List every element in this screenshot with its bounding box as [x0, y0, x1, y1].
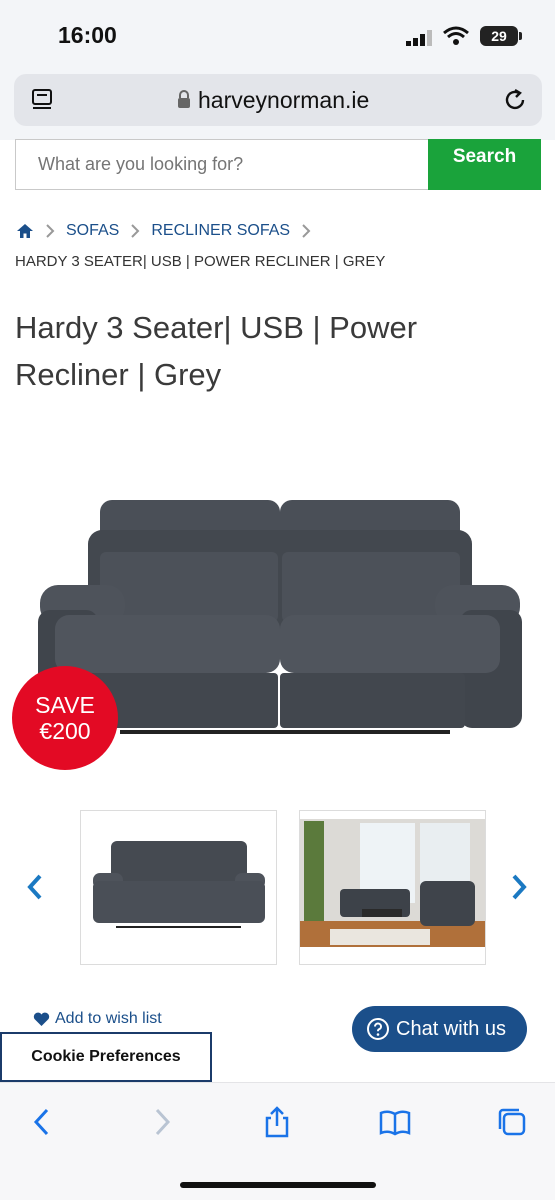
chevron-right-icon	[46, 224, 55, 238]
chevron-right-icon[interactable]	[508, 872, 530, 902]
thumbnail-1[interactable]	[80, 810, 277, 965]
battery-nub	[519, 32, 522, 40]
chevron-right-icon	[302, 224, 311, 238]
add-to-wishlist-link[interactable]: Add to wish list	[33, 1010, 162, 1028]
heart-icon	[33, 1012, 50, 1026]
wishlist-label: Add to wish list	[55, 1010, 162, 1027]
lock-icon	[178, 90, 190, 108]
wifi-icon	[443, 26, 469, 45]
tabs-overview-icon[interactable]	[495, 1105, 529, 1139]
forward-icon[interactable]	[144, 1105, 178, 1139]
product-title: Hardy 3 Seater| USB | Power Recliner | G…	[15, 310, 418, 392]
status-time: 16:00	[58, 22, 117, 48]
signal-icon	[406, 30, 432, 46]
battery-indicator: 29	[480, 26, 518, 46]
chat-label: Chat with us	[396, 1017, 507, 1040]
thumbnail-sofa-image	[93, 841, 265, 928]
reload-icon[interactable]	[502, 86, 528, 114]
question-icon	[367, 1018, 389, 1040]
browser-toolbar: harveynorman.ie	[0, 70, 555, 140]
breadcrumb: SOFAS RECLINER SOFAS	[16, 219, 322, 243]
cookie-preferences-button[interactable]: Cookie Preferences	[0, 1032, 212, 1082]
status-bar: 16:00 29	[0, 0, 555, 70]
tabs-icon[interactable]	[30, 87, 56, 113]
url-text[interactable]: harveynorman.ie	[198, 87, 369, 114]
back-icon[interactable]	[26, 1105, 60, 1139]
bookmarks-icon[interactable]	[378, 1105, 412, 1139]
breadcrumb-item-recliner-sofas[interactable]: RECLINER SOFAS	[151, 222, 290, 240]
chevron-left-icon[interactable]	[24, 872, 46, 902]
search-button[interactable]: Search	[428, 139, 541, 190]
save-badge: SAVE €200	[12, 666, 118, 770]
chat-button[interactable]: Chat with us	[352, 1006, 527, 1052]
home-indicator	[180, 1182, 376, 1188]
breadcrumb-item-sofas[interactable]: SOFAS	[66, 222, 119, 240]
thumbnail-room-image	[300, 819, 485, 947]
save-badge-line1: SAVE	[35, 692, 95, 718]
chevron-right-icon	[131, 224, 140, 238]
address-bar[interactable]: harveynorman.ie	[14, 74, 542, 126]
home-icon[interactable]	[16, 223, 34, 239]
search-input[interactable]	[15, 139, 428, 190]
breadcrumb-current: HARDY 3 SEATER| USB | POWER RECLINER | G…	[15, 253, 386, 270]
save-badge-line2: €200	[39, 718, 91, 744]
thumbnail-2[interactable]	[299, 810, 486, 965]
share-icon[interactable]	[260, 1105, 294, 1139]
